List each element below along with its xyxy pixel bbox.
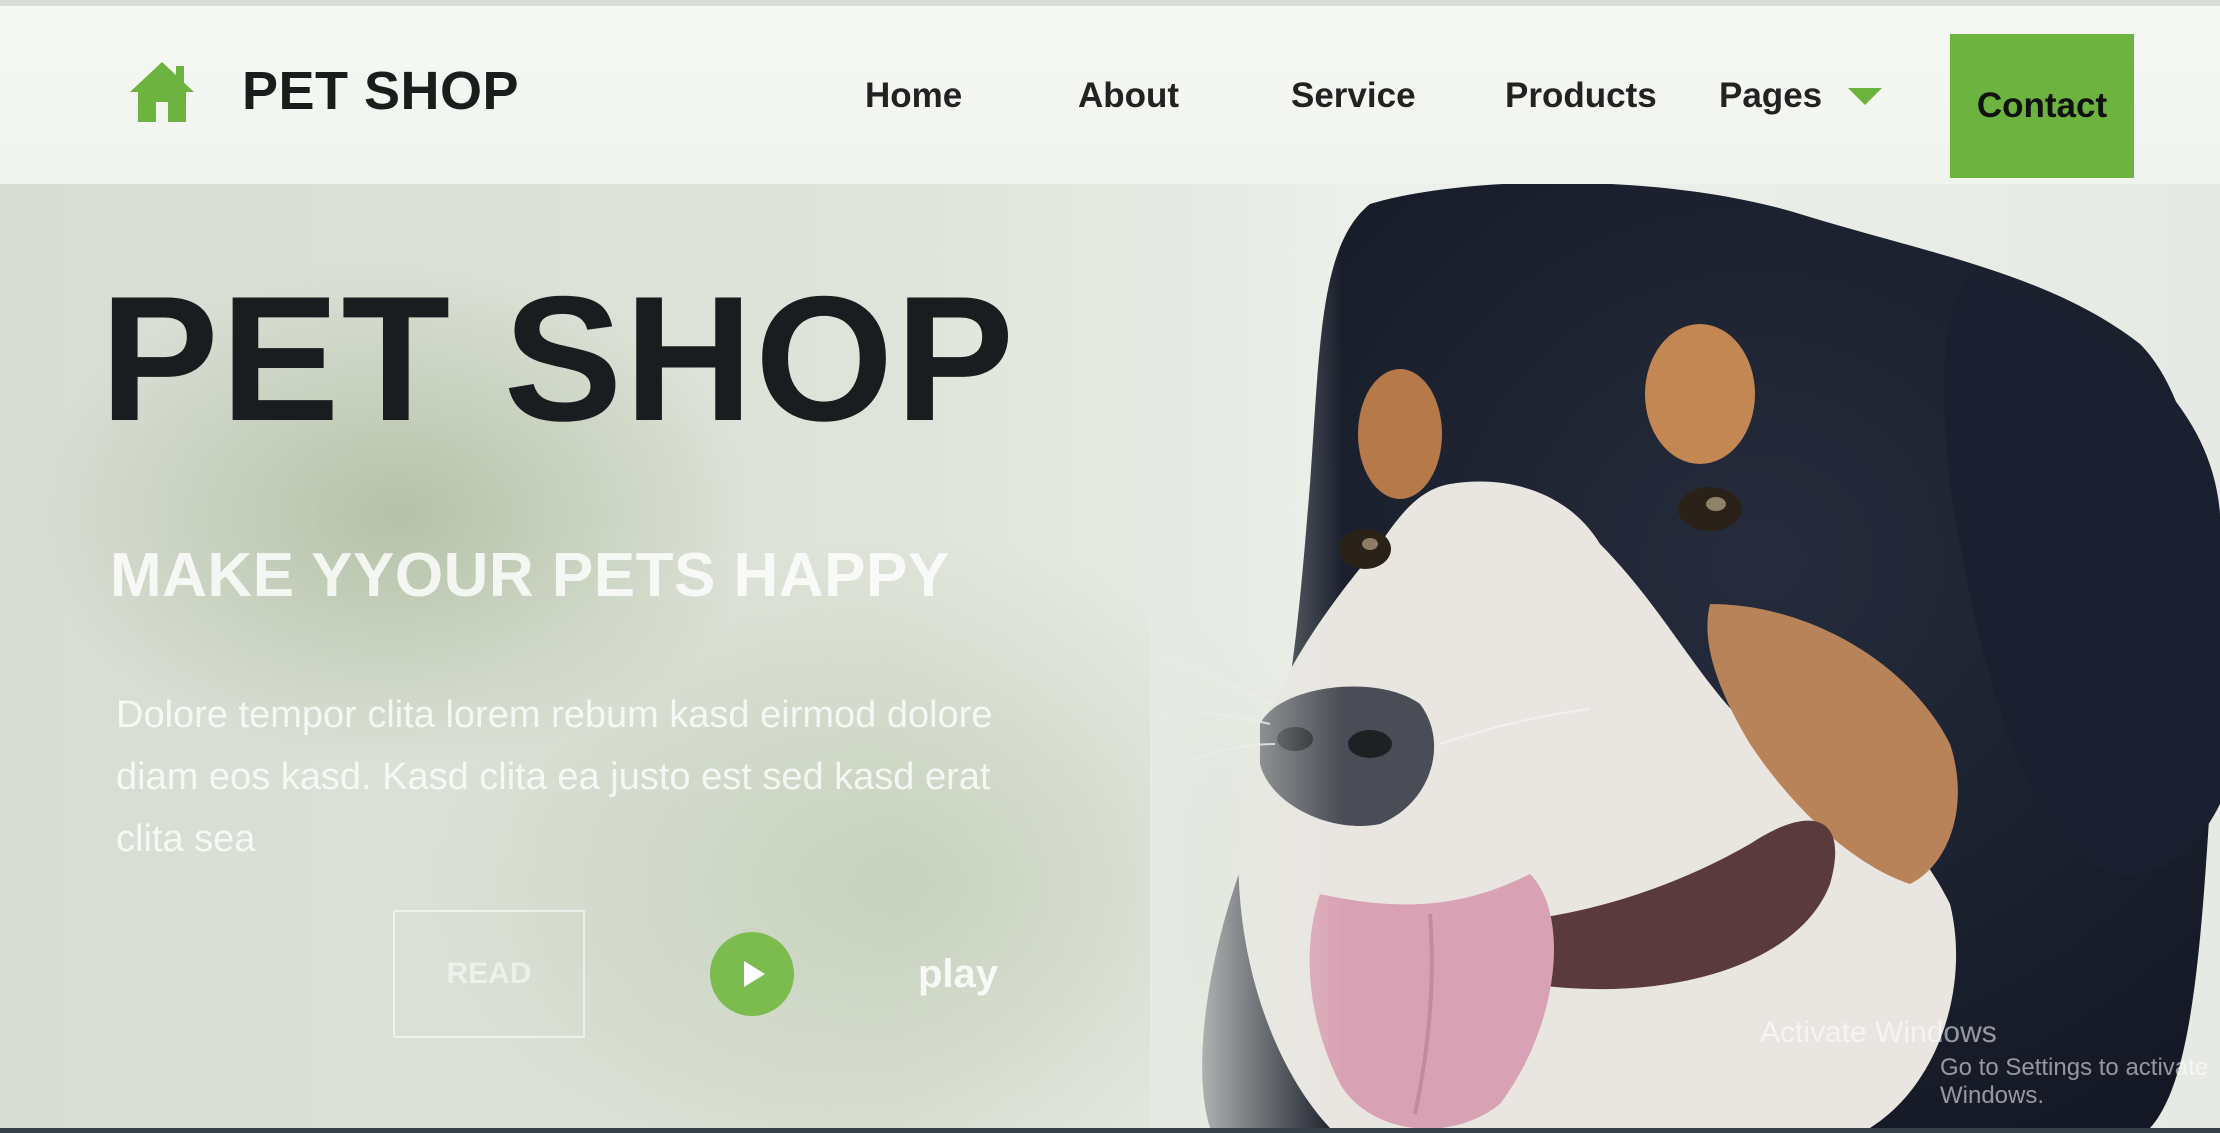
dog-photo [1150,184,2220,1128]
hero-section: PET SHOP MAKE YYOUR PETS HAPPY Dolore te… [0,184,2220,1128]
windows-watermark-subtitle: Go to Settings to activate Windows. [1940,1054,2209,1109]
nav-home[interactable]: Home [865,76,962,116]
hero-paragraph: Dolore tempor clita lorem rebum kasd eir… [116,694,993,860]
nav-products[interactable]: Products [1505,76,1657,116]
nav-about[interactable]: About [1078,76,1179,116]
windows-watermark-title: Activate Windows [1760,1016,1997,1049]
play-icon [744,961,765,987]
brand[interactable]: PET SHOP [128,58,519,124]
hero-title: PET SHOP [100,259,1017,458]
home-icon [130,62,194,122]
play-button[interactable] [710,932,794,1016]
contact-button[interactable]: Contact [1950,34,2134,178]
nav-service[interactable]: Service [1291,76,1416,116]
nav-pages-dropdown[interactable]: Pages [1719,76,1883,116]
brand-title: PET SHOP [242,61,520,121]
read-button[interactable]: READ [393,910,585,1038]
nav-pages-label: Pages [1719,76,1823,115]
bottom-edge [0,1128,2220,1133]
play-label[interactable]: play [918,952,998,997]
navbar: PET SHOP Home About Service Products Pag… [0,0,2220,184]
hero-subtitle: MAKE YYOUR PETS HAPPY [110,541,950,610]
caret-down-icon [1848,87,1883,105]
